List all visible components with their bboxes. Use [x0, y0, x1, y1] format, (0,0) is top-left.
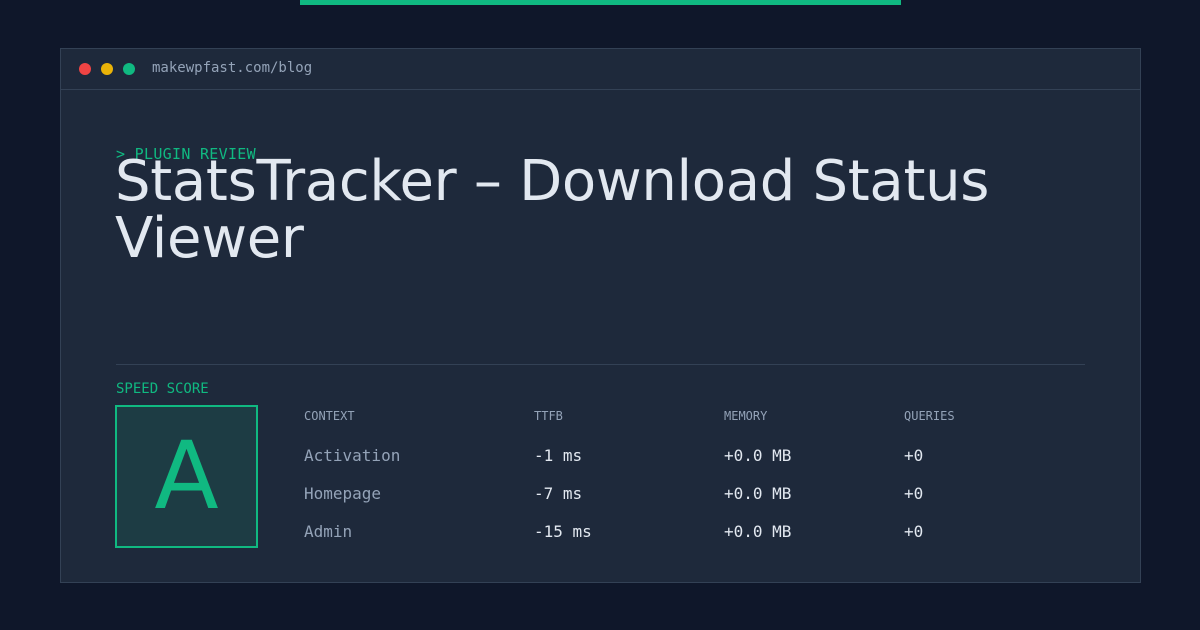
row-activation-memory: +0.0 MB: [724, 446, 792, 465]
minimize-dot-icon: [101, 63, 113, 75]
window-titlebar: makewpfast.com/blog: [61, 49, 1140, 90]
column-header-memory: MEMORY: [724, 409, 768, 423]
top-accent-bar: [300, 0, 901, 5]
column-header-queries: QUERIES: [904, 409, 955, 423]
browser-window: makewpfast.com/blog > PLUGIN REVIEW Stat…: [60, 48, 1141, 583]
column-header-context: CONTEXT: [304, 409, 355, 423]
article-title: StatsTracker – Download Status Viewer: [115, 149, 990, 271]
url-text: makewpfast.com/blog: [152, 60, 313, 76]
row-activation-context: Activation: [304, 446, 401, 465]
close-dot-icon: [79, 63, 91, 75]
row-activation-ttfb: -1 ms: [534, 446, 583, 465]
row-homepage-ttfb: -7 ms: [534, 484, 583, 503]
speed-score-grade: A: [115, 405, 258, 548]
row-activation-queries: +0: [904, 446, 924, 465]
speed-score-label: SPEED SCORE: [116, 381, 209, 397]
section-divider: [116, 364, 1085, 365]
row-admin-ttfb: -15 ms: [534, 522, 592, 541]
row-admin-queries: +0: [904, 522, 924, 541]
row-homepage-context: Homepage: [304, 484, 382, 503]
row-admin-context: Admin: [304, 522, 353, 541]
row-homepage-queries: +0: [904, 484, 924, 503]
row-admin-memory: +0.0 MB: [724, 522, 792, 541]
column-header-ttfb: TTFB: [534, 409, 563, 423]
row-homepage-memory: +0.0 MB: [724, 484, 792, 503]
maximize-dot-icon: [123, 63, 135, 75]
